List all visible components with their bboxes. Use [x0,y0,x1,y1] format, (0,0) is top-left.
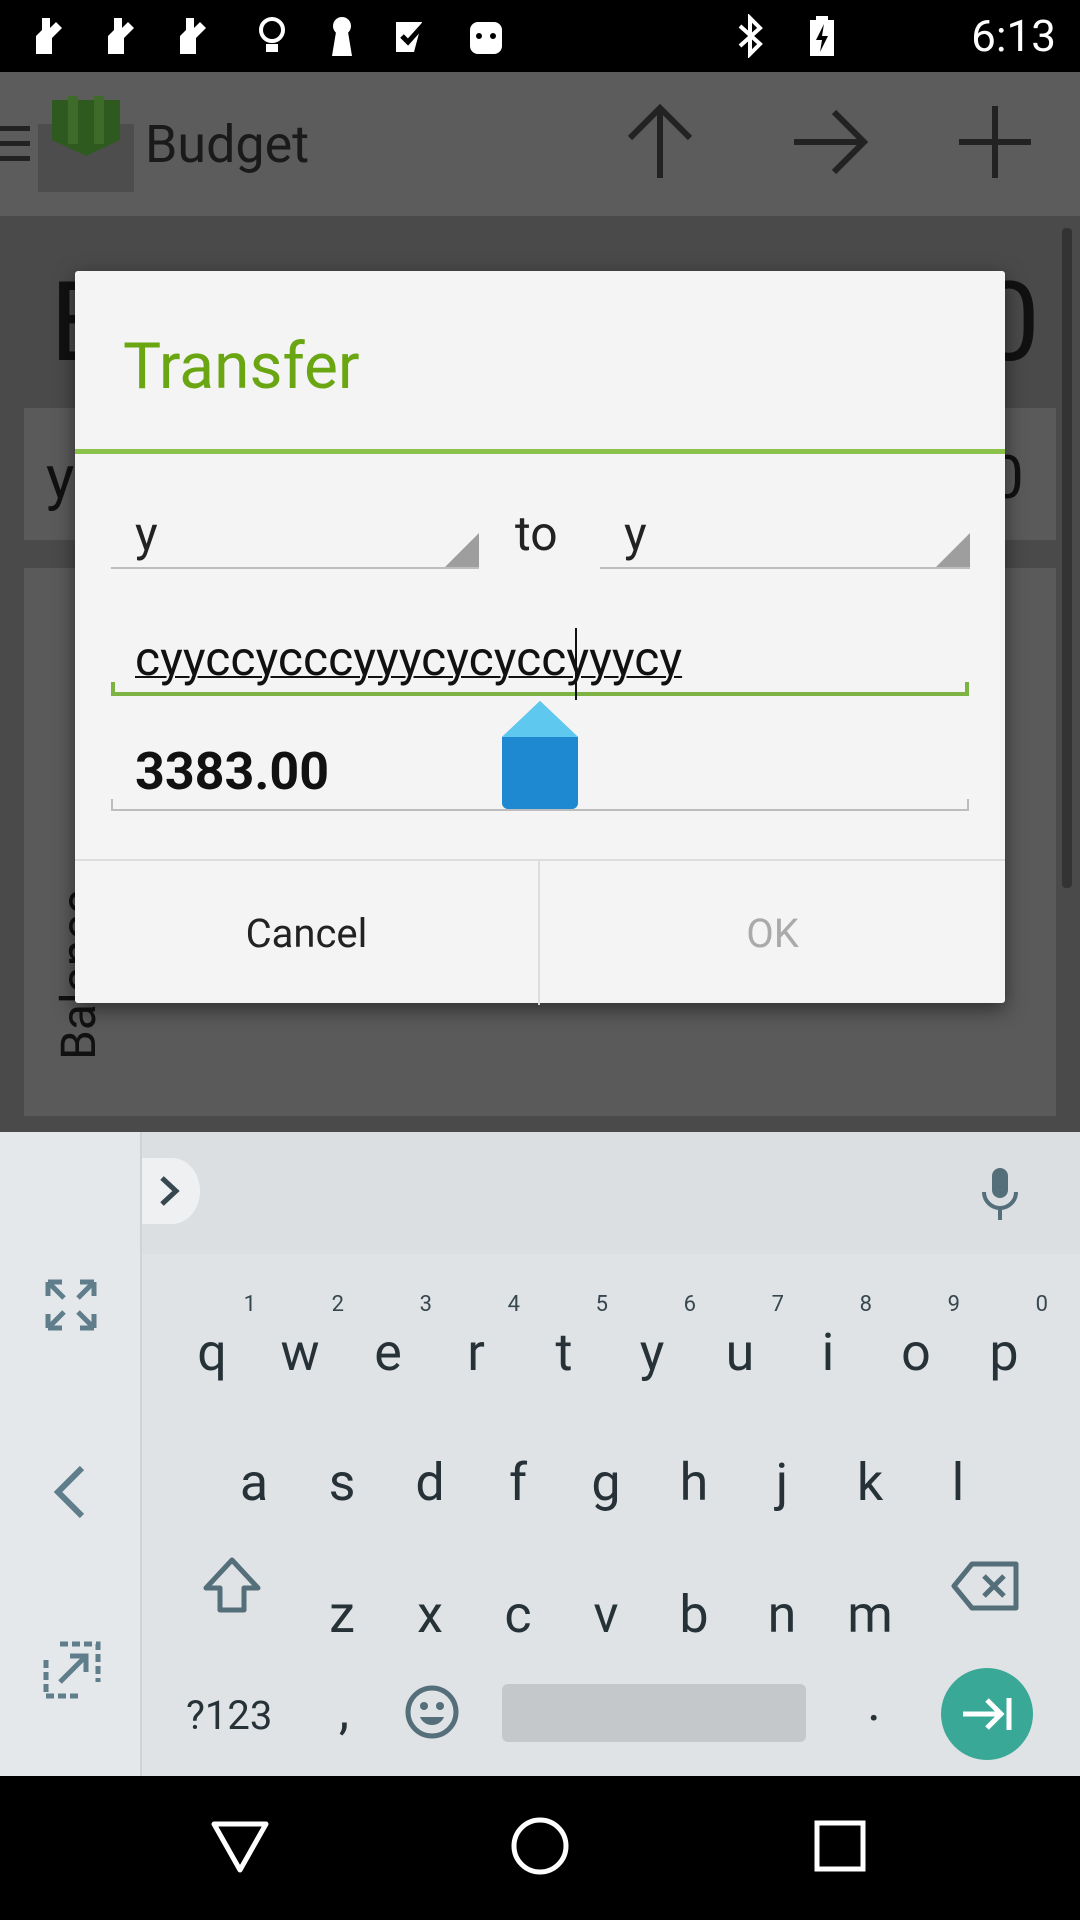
clock: 6:13 [971,10,1056,62]
key-x[interactable]: x [390,1584,470,1645]
to-label: to [515,505,558,562]
key-o[interactable]: o9 [876,1292,960,1383]
cancel-button[interactable]: Cancel [75,861,540,1005]
key-n[interactable]: n [742,1584,822,1645]
suggestion-strip [142,1132,1080,1254]
emoji-icon[interactable] [404,1684,460,1740]
symbols-key[interactable]: ?123 [186,1692,272,1739]
lightbulb-icon [259,17,285,52]
plus-icon[interactable] [955,102,1035,182]
key-p[interactable]: p0 [964,1292,1048,1383]
key-l[interactable]: l [918,1452,998,1513]
menu-icon[interactable] [0,124,30,164]
microphone-icon[interactable] [980,1166,1020,1222]
description-field[interactable]: cyyccycccyyycycyccyyycy [111,616,969,700]
tab-next-icon [963,1698,1012,1730]
dialog-title: Transfer [123,329,360,404]
android-icon [470,22,502,54]
key-h[interactable]: h [654,1452,734,1513]
next-key[interactable] [941,1668,1033,1760]
key-a[interactable]: a [214,1452,294,1513]
key-comma[interactable]: , [304,1680,384,1741]
dropdown-triangle-icon [936,533,970,567]
key-w[interactable]: w2 [260,1292,344,1383]
key-v[interactable]: v [566,1584,646,1645]
app-logo-icon [38,96,134,192]
navigation-bar [0,1776,1080,1920]
backspace-icon[interactable] [950,1560,1020,1612]
undock-keyboard-icon[interactable] [42,1640,102,1700]
key-e[interactable]: e3 [348,1292,432,1383]
ok-button[interactable]: OK [540,861,1005,1005]
key-period[interactable]: . [834,1672,914,1733]
dropdown-triangle-icon [445,533,479,567]
from-account-value: y [135,505,158,562]
notification-icon [180,18,206,54]
key-y[interactable]: y6 [612,1292,696,1383]
key-q[interactable]: q1 [172,1292,256,1383]
to-account-value: y [624,505,647,562]
status-bar: 6:13 [0,0,1080,72]
key-d[interactable]: d [390,1452,470,1513]
keyhole-icon [332,17,352,56]
title-divider [75,449,1005,454]
key-c[interactable]: c [478,1584,558,1645]
key-s[interactable]: s [302,1452,382,1513]
text-cursor [575,628,577,700]
back-icon[interactable] [210,1818,270,1874]
key-k[interactable]: k [830,1452,910,1513]
chevron-left-icon[interactable] [50,1462,90,1522]
key-r[interactable]: r4 [436,1292,520,1383]
shift-icon[interactable] [200,1556,264,1616]
key-t[interactable]: t5 [524,1292,608,1383]
to-account-spinner[interactable]: y [600,501,970,569]
app-bar: Budget [0,72,1080,216]
key-m[interactable]: m [830,1584,910,1645]
text-selection-handle[interactable] [502,701,578,811]
key-i[interactable]: i8 [788,1292,872,1383]
home-icon[interactable] [510,1816,570,1876]
background-account-name: y [46,442,75,513]
dialog-button-row: Cancel OK [75,859,1005,1005]
space-bar[interactable] [502,1684,806,1742]
bluetooth-icon [738,14,763,58]
key-j[interactable]: j [742,1452,822,1513]
soft-keyboard: q1 w2 e3 r4 t5 y6 u7 i8 o9 p0 a s d f g … [0,1132,1080,1776]
key-f[interactable]: f [478,1452,558,1513]
notification-icon [108,18,134,54]
app-title: Budget [145,114,310,175]
keyboard-side-panel [0,1132,142,1776]
key-b[interactable]: b [654,1584,734,1645]
checkbox-icon [396,20,428,52]
notification-icon [36,18,62,54]
key-z[interactable]: z [302,1584,382,1645]
recents-icon[interactable] [814,1820,866,1872]
scrollbar[interactable] [1062,228,1072,888]
description-text: cyyccycccyyycycyccyyycy [135,630,683,687]
key-u[interactable]: u7 [700,1292,784,1383]
battery-icon [810,16,834,56]
key-g[interactable]: g [566,1452,646,1513]
from-account-spinner[interactable]: y [111,501,479,569]
arrow-right-icon[interactable] [790,102,870,182]
transfer-dialog: Transfer y to y cyyccycccyyycycyccyyycy … [75,271,1005,1005]
fullscreen-icon[interactable] [44,1278,98,1332]
suggestion-expand-icon[interactable] [142,1158,200,1224]
arrow-up-icon[interactable] [620,102,700,182]
amount-text: 3383.00 [135,741,330,802]
